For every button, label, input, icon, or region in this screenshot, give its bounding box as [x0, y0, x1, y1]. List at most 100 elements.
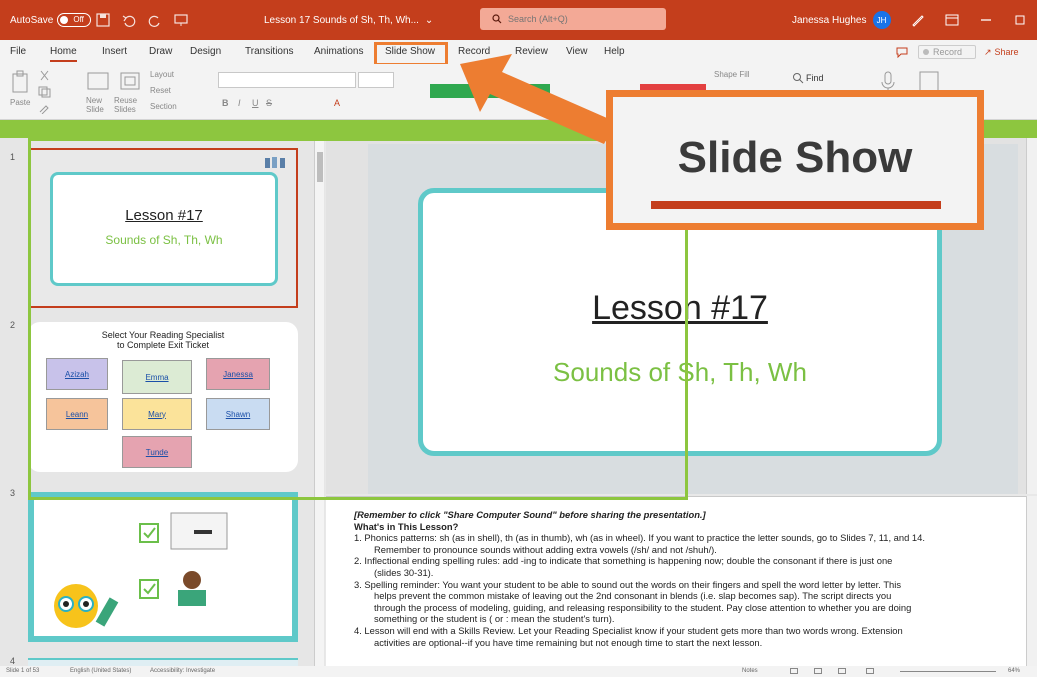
- reuse-slides-label: Reuse Slides: [114, 96, 138, 114]
- avatar[interactable]: JH: [872, 11, 891, 29]
- tab-draw[interactable]: Draw: [149, 46, 172, 57]
- slide-show-tab-highlight: [374, 42, 448, 66]
- autosave[interactable]: AutoSave Off: [10, 0, 92, 40]
- tab-transitions[interactable]: Transitions: [245, 46, 294, 57]
- thumb-number: 4: [10, 656, 16, 666]
- tab-file[interactable]: File: [10, 46, 26, 57]
- autosave-toggle[interactable]: Off: [57, 13, 92, 27]
- notes-item: (slides 30-31).: [374, 566, 434, 578]
- zoom-slider[interactable]: [900, 671, 996, 672]
- thumb-number: 2: [10, 320, 16, 330]
- reading-view-icon[interactable]: [838, 668, 846, 674]
- notes-item: something or the student is ( or : mean …: [374, 613, 615, 625]
- tab-insert[interactable]: Insert: [102, 46, 127, 57]
- quick-access-toolbar: [96, 0, 200, 40]
- search-icon: [492, 14, 502, 24]
- format-painter-icon[interactable]: [38, 102, 52, 114]
- slide-count: Slide 1 of 53: [6, 668, 40, 674]
- thumb-number: 1: [10, 152, 16, 162]
- search-input[interactable]: [508, 14, 638, 24]
- notes-item: 2. Inflectional ending spelling rules: a…: [354, 555, 893, 567]
- slide-thumbnail-4[interactable]: [28, 658, 298, 666]
- copy-icon[interactable]: [38, 86, 52, 98]
- notes-item: 3. Spelling reminder: You want your stud…: [354, 578, 902, 590]
- notes-item: through the process of modeling, guiding…: [374, 601, 912, 613]
- notes-item: Remember to pronounce sounds without add…: [374, 543, 717, 555]
- cut-icon[interactable]: [38, 70, 52, 82]
- slide-thumbnail-3[interactable]: [28, 492, 298, 642]
- pen-icon[interactable]: [910, 12, 926, 28]
- tab-design[interactable]: Design: [190, 46, 221, 57]
- redo-icon[interactable]: [148, 13, 162, 27]
- record-label: Record: [933, 47, 963, 57]
- slide-show-callout: Slide Show: [606, 90, 984, 230]
- reuse-slides-icon[interactable]: [118, 70, 142, 94]
- arrow-icon: [460, 54, 616, 144]
- zoom-level[interactable]: 64%: [1008, 668, 1020, 674]
- slideshow-view-icon[interactable]: [866, 668, 874, 674]
- section-label[interactable]: Section: [150, 102, 177, 111]
- underline-icon[interactable]: U: [252, 98, 259, 108]
- window-controls: [892, 0, 1037, 40]
- share-label: Share: [994, 47, 1019, 57]
- notes-item: helps prevent the common mistake of leav…: [374, 590, 892, 602]
- thumb-number: 3: [10, 488, 16, 498]
- autosave-label: AutoSave: [10, 14, 54, 26]
- chevron-down-icon: ⌄: [424, 14, 434, 26]
- undo-icon[interactable]: [122, 13, 136, 27]
- paste-label: Paste: [10, 98, 31, 107]
- whiteboard-icon: [170, 512, 228, 550]
- notes-item: activities are optional--if you have tim…: [374, 636, 763, 648]
- notes-item: 4. Lesson will end with a Skills Review.…: [354, 624, 903, 636]
- highlight-frame: [28, 138, 688, 500]
- title-bar: AutoSave Off Lesson 17 Sounds of Sh, Th,…: [0, 0, 1037, 40]
- record-dot-icon: [923, 49, 929, 55]
- present-icon[interactable]: [174, 13, 188, 27]
- paste-icon[interactable]: [10, 70, 32, 96]
- reset-label[interactable]: Reset: [150, 86, 171, 95]
- share-button[interactable]: ↗ Share: [984, 45, 1034, 59]
- notes-reminder: [Remember to click "Share Computer Sound…: [354, 509, 706, 520]
- comments-icon[interactable]: [896, 46, 908, 58]
- notes-scrollbar[interactable]: [1026, 496, 1037, 666]
- callout-underline: [651, 201, 941, 209]
- minimize-icon[interactable]: [978, 12, 994, 28]
- callout-text: Slide Show: [677, 133, 913, 182]
- account-area[interactable]: Janessa Hughes JH: [792, 0, 891, 40]
- tab-home[interactable]: Home: [50, 46, 77, 62]
- find-label[interactable]: Find: [806, 73, 824, 83]
- italic-icon[interactable]: I: [238, 98, 241, 108]
- document-title[interactable]: Lesson 17 Sounds of Sh, Th, Wh... ⌄: [264, 0, 433, 40]
- shape-fill-label[interactable]: Shape Fill: [714, 70, 750, 79]
- bold-icon[interactable]: B: [222, 98, 229, 108]
- restore-icon[interactable]: [1012, 12, 1028, 28]
- user-name: Janessa Hughes: [792, 14, 867, 26]
- find-icon[interactable]: [792, 72, 804, 84]
- layout-label[interactable]: Layout: [150, 70, 174, 79]
- font-color-icon[interactable]: A: [334, 98, 340, 108]
- notes-toggle[interactable]: Notes: [742, 668, 758, 674]
- normal-view-icon[interactable]: [790, 668, 798, 674]
- font-name-dropdown[interactable]: [218, 72, 356, 88]
- search-box[interactable]: [480, 8, 666, 30]
- language[interactable]: English (United States): [70, 668, 131, 674]
- record-button[interactable]: Record: [918, 45, 976, 59]
- new-slide-icon[interactable]: [86, 70, 110, 94]
- student-icon: [178, 571, 206, 606]
- accessibility-status[interactable]: Accessibility: Investigate: [150, 668, 215, 674]
- ribbon-display-icon[interactable]: [944, 12, 960, 28]
- slide-sorter-icon[interactable]: [814, 668, 822, 674]
- tab-animations[interactable]: Animations: [314, 46, 363, 57]
- editor-scrollbar[interactable]: [1026, 138, 1037, 494]
- strikethrough-icon[interactable]: S: [266, 98, 272, 108]
- checkbox-check-icon: [139, 523, 159, 543]
- document-title-text: Lesson 17 Sounds of Sh, Th, Wh...: [264, 14, 419, 26]
- checkbox-check-icon: [139, 579, 159, 599]
- font-size-dropdown[interactable]: [358, 72, 394, 88]
- mascot-icon: [54, 584, 119, 628]
- notes-heading: What's in This Lesson?: [354, 520, 459, 532]
- status-bar: Slide 1 of 53 English (United States) Ac…: [0, 666, 1037, 677]
- share-icon: ↗: [984, 46, 992, 57]
- save-icon[interactable]: [96, 13, 110, 27]
- speaker-notes[interactable]: [Remember to click "Share Computer Sound…: [326, 496, 1026, 666]
